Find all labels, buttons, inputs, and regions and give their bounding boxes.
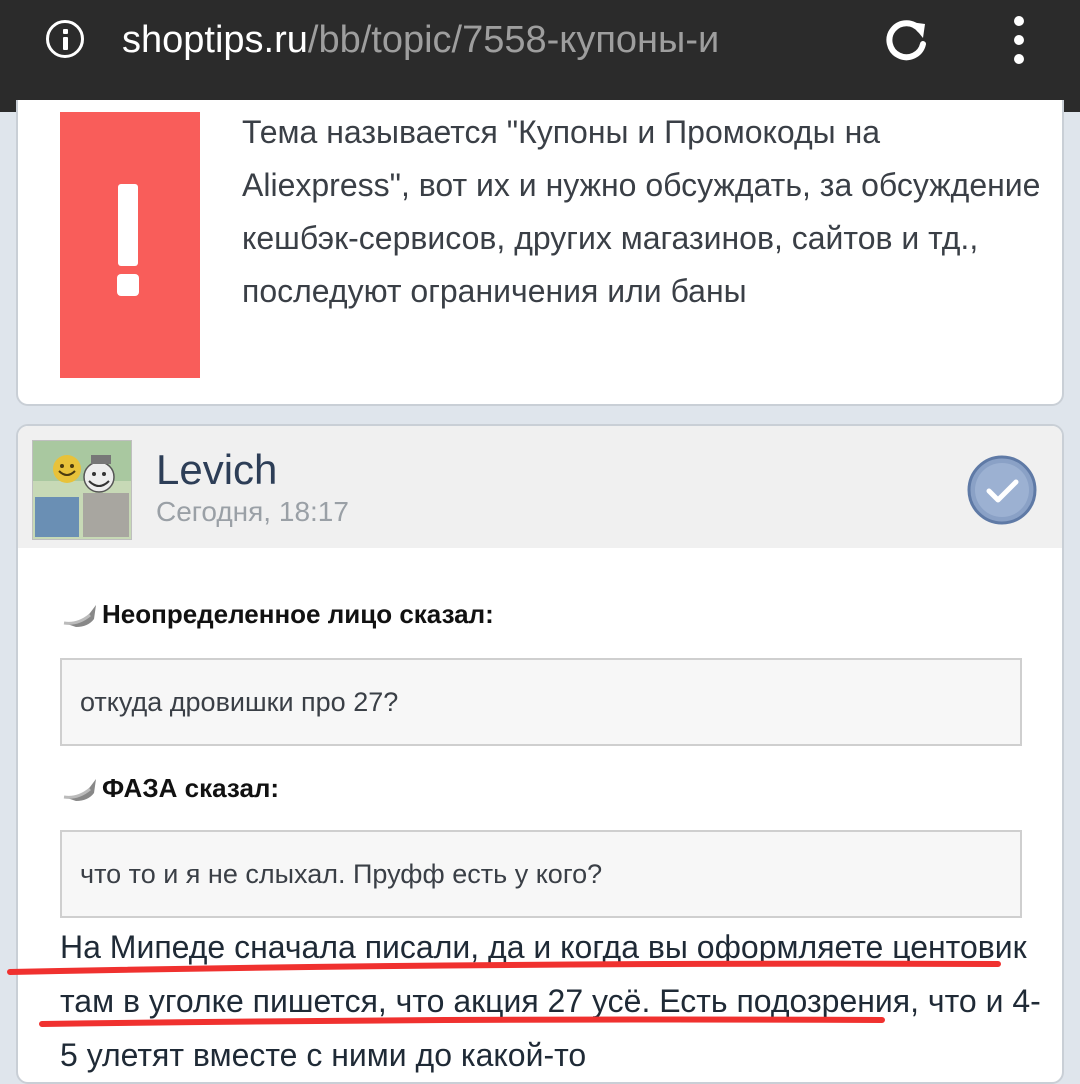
check-icon[interactable] bbox=[966, 454, 1038, 526]
quote-arrow-icon bbox=[63, 605, 96, 627]
url-path: /bb/topic/7558-купоны-и bbox=[307, 19, 720, 61]
info-icon[interactable] bbox=[46, 20, 84, 58]
quote-arrow-icon bbox=[63, 779, 96, 801]
quote-attribution-text: ФАЗА сказал: bbox=[102, 773, 280, 803]
quote-attribution: ФАЗА сказал: bbox=[60, 770, 279, 806]
reload-icon[interactable] bbox=[880, 14, 932, 66]
topic-notice: Тема называется "Купоны и Промокоды на A… bbox=[16, 100, 1064, 406]
post-timestamp: Сегодня, 18:17 bbox=[156, 496, 349, 527]
notice-text: Тема называется "Купоны и Промокоды на A… bbox=[242, 114, 1041, 309]
url-host: shoptips.ru bbox=[122, 19, 308, 61]
address-bar[interactable]: shoptips.ru/bb/topic/7558-купоны-и bbox=[122, 14, 842, 66]
menu-icon[interactable] bbox=[1008, 14, 1030, 66]
post-body: На Мипеде сначала писали, да и когда вы … bbox=[60, 929, 1041, 1073]
post-author[interactable]: Levich bbox=[156, 444, 277, 496]
quote-attribution-text: Неопределенное лицо сказал: bbox=[102, 599, 494, 629]
forum-post: Levich Сегодня, 18:17 Неопределенное лиц… bbox=[16, 424, 1064, 1084]
browser-toolbar: shoptips.ru/bb/topic/7558-купоны-и bbox=[0, 0, 1080, 112]
post-header: Levich Сегодня, 18:17 bbox=[18, 426, 1062, 548]
quote-attribution: Неопределенное лицо сказал: bbox=[60, 596, 494, 632]
exclamation-icon bbox=[60, 112, 200, 378]
quote-block: откуда дровишки про 27? bbox=[60, 658, 1022, 746]
quote-block: что то и я не слыхал. Пруфф есть у кого? bbox=[60, 830, 1022, 918]
avatar[interactable] bbox=[32, 440, 132, 540]
